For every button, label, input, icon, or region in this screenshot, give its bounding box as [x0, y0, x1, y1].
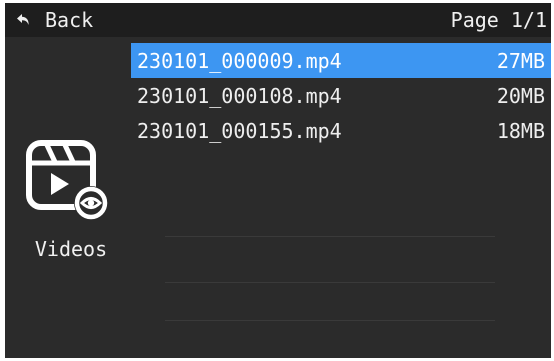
screen: Back Page 1/1 Videos 230101_000009.mp4 2…: [5, 3, 551, 358]
file-name: 230101_000009.mp4: [137, 48, 342, 73]
row-divider: [165, 282, 495, 283]
file-name: 230101_000155.mp4: [137, 118, 342, 143]
back-button[interactable]: Back: [15, 6, 93, 34]
category-label: Videos: [34, 237, 108, 261]
file-size: 27MB: [496, 48, 545, 73]
row-divider: [165, 236, 495, 237]
top-bar: Back Page 1/1: [5, 3, 551, 37]
back-label: Back: [45, 8, 94, 32]
videos-icon: [23, 133, 115, 225]
file-row[interactable]: 230101_000108.mp4 20MB: [131, 78, 551, 113]
file-row[interactable]: 230101_000009.mp4 27MB: [131, 43, 551, 78]
page-indicator: Page 1/1: [450, 8, 547, 32]
sidebar: Videos: [5, 37, 131, 358]
row-divider: [165, 320, 495, 321]
file-size: 20MB: [496, 83, 545, 108]
file-size: 18MB: [496, 118, 545, 143]
file-name: 230101_000108.mp4: [137, 83, 342, 108]
file-row[interactable]: 230101_000155.mp4 18MB: [131, 113, 551, 148]
file-list: 230101_000009.mp4 27MB 230101_000108.mp4…: [131, 43, 551, 148]
back-arrow-icon: [15, 11, 33, 29]
